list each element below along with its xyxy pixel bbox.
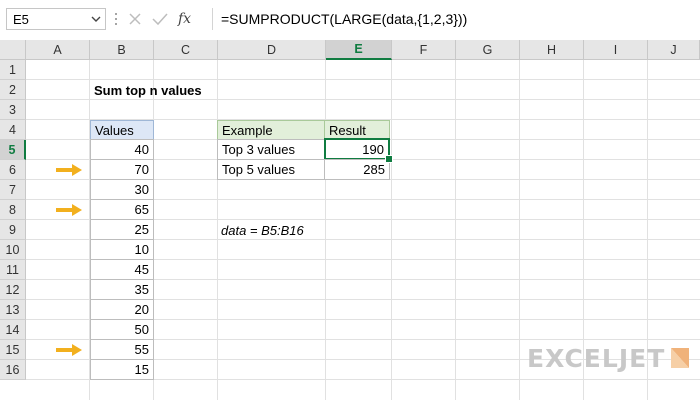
select-all-corner[interactable] — [0, 40, 26, 60]
gridline — [391, 60, 392, 400]
name-box[interactable]: E5 — [6, 8, 106, 30]
column-header-e[interactable]: E — [326, 40, 392, 60]
arrow-right-icon — [56, 204, 82, 216]
row-header-6[interactable]: 6 — [0, 160, 26, 180]
table-header-example[interactable]: Example — [217, 120, 325, 140]
value-cell[interactable]: 40 — [90, 139, 154, 160]
row-header-7[interactable]: 7 — [0, 180, 26, 200]
value-cell[interactable]: 30 — [90, 179, 154, 200]
value-cell[interactable]: 35 — [90, 279, 154, 300]
row-header-9[interactable]: 9 — [0, 220, 26, 240]
formula-input[interactable]: =SUMPRODUCT(LARGE(data,{1,2,3})) — [212, 8, 698, 30]
row-header-10[interactable]: 10 — [0, 240, 26, 260]
exceljet-logo: EXCELJET — [527, 343, 691, 373]
column-header-f[interactable]: F — [392, 40, 456, 60]
value-cell[interactable]: 10 — [90, 239, 154, 260]
arrow-right-icon — [56, 164, 82, 176]
name-box-value: E5 — [13, 11, 29, 27]
fill-handle[interactable] — [385, 155, 393, 163]
result-cell[interactable]: 285 — [324, 159, 390, 180]
row-header-16[interactable]: 16 — [0, 360, 26, 380]
value-cell[interactable]: 55 — [90, 339, 154, 360]
value-cell[interactable]: 20 — [90, 299, 154, 320]
column-header-g[interactable]: G — [456, 40, 520, 60]
logo-mark-icon — [671, 348, 690, 368]
column-header-a[interactable]: A — [26, 40, 90, 60]
formula-icons: fx — [128, 8, 206, 30]
column-header-c[interactable]: C — [154, 40, 218, 60]
gridline — [455, 60, 456, 400]
value-cell[interactable]: 45 — [90, 259, 154, 280]
value-cell[interactable]: 25 — [90, 219, 154, 240]
column-header-b[interactable]: B — [90, 40, 154, 60]
row-header-13[interactable]: 13 — [0, 300, 26, 320]
row-header-4[interactable]: 4 — [0, 120, 26, 140]
cancel-icon[interactable] — [128, 12, 142, 26]
values-header[interactable]: Values — [90, 120, 154, 140]
formula-bar: E5 fx =SUMPRODUCT(LARGE(data,{1,2,3})) — [0, 0, 700, 40]
named-range-note[interactable]: data = B5:B16 — [217, 220, 367, 240]
drag-handle-icon[interactable] — [115, 10, 117, 28]
value-cell[interactable]: 70 — [90, 159, 154, 180]
insert-function-icon[interactable]: fx — [178, 11, 191, 27]
column-header-i[interactable]: I — [584, 40, 648, 60]
value-cell[interactable]: 65 — [90, 199, 154, 220]
logo-text: EXCELJET — [527, 343, 666, 373]
column-header-h[interactable]: H — [520, 40, 584, 60]
row-header-11[interactable]: 11 — [0, 260, 26, 280]
example-cell[interactable]: Top 5 values — [217, 159, 325, 180]
check-icon[interactable] — [152, 12, 168, 26]
formula-text: =SUMPRODUCT(LARGE(data,{1,2,3})) — [221, 11, 468, 27]
row-header-15[interactable]: 15 — [0, 340, 26, 360]
result-cell-selected[interactable]: 190 — [324, 138, 390, 160]
chevron-down-icon[interactable] — [91, 14, 101, 24]
gridline — [519, 60, 520, 400]
row-header-12[interactable]: 12 — [0, 280, 26, 300]
row-header-5[interactable]: 5 — [0, 140, 26, 160]
value-cell[interactable]: 15 — [90, 359, 154, 380]
column-header-j[interactable]: J — [648, 40, 700, 60]
row-header-3[interactable]: 3 — [0, 100, 26, 120]
row-header-2[interactable]: 2 — [0, 80, 26, 100]
column-header-d[interactable]: D — [218, 40, 326, 60]
value-cell[interactable]: 50 — [90, 319, 154, 340]
table-header-result[interactable]: Result — [324, 120, 390, 140]
row-header-14[interactable]: 14 — [0, 320, 26, 340]
row-header-1[interactable]: 1 — [0, 60, 26, 80]
row-header-8[interactable]: 8 — [0, 200, 26, 220]
sheet-title[interactable]: Sum top n values — [90, 80, 290, 100]
example-cell[interactable]: Top 3 values — [217, 139, 325, 160]
spreadsheet-grid: ABCDEFGHIJ 1 2 3 4 5 6 7 8 9 10 11 12 13 14 15 16 Sum t… — [0, 40, 700, 400]
arrow-right-icon — [56, 344, 82, 356]
